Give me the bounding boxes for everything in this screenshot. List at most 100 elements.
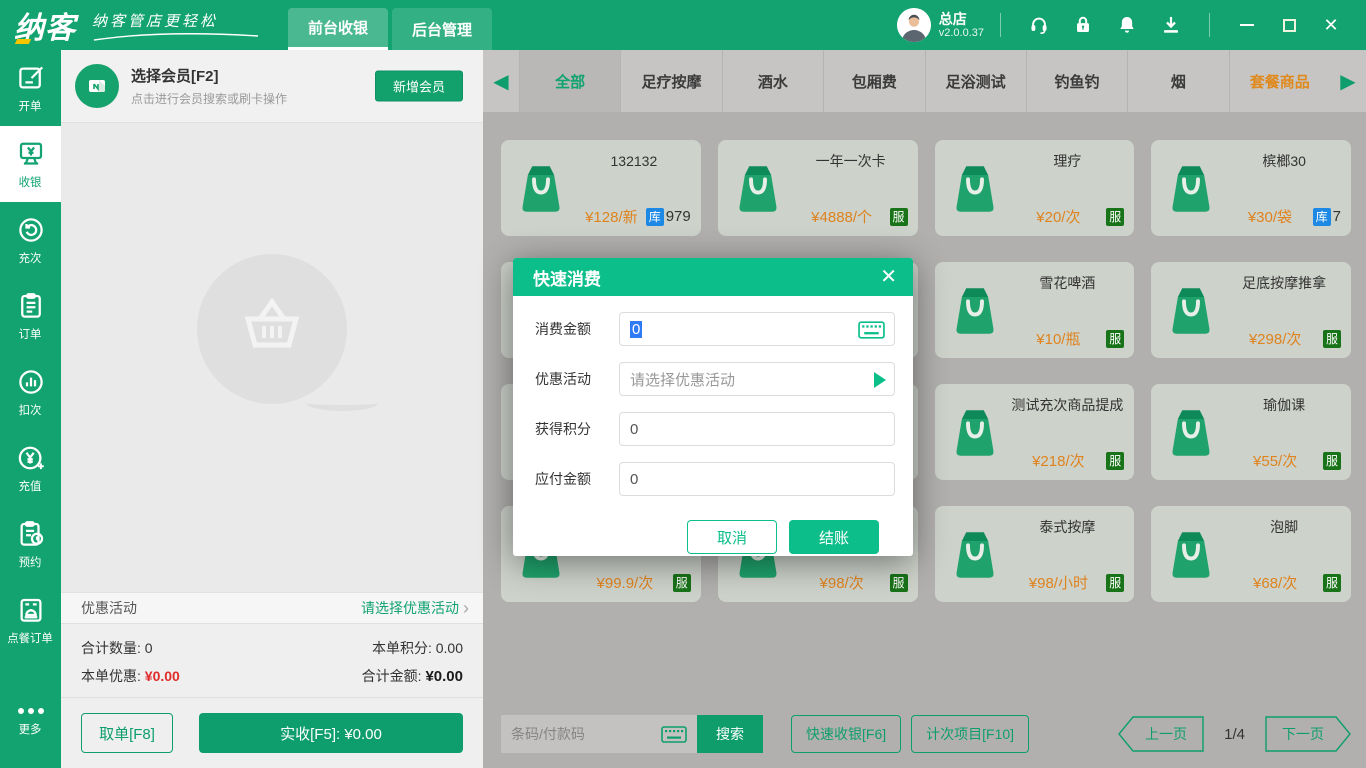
earned-points-row: 获得积分 0 (535, 412, 895, 446)
service-badge: 服 (1323, 452, 1341, 470)
discount-total: 本单优惠: ¥0.00 (81, 666, 180, 686)
keyboard-icon[interactable] (858, 321, 885, 339)
product-card[interactable]: 一年一次卡 ¥4888/个服 (718, 140, 918, 236)
product-card[interactable]: 理疗 ¥20/次服 (935, 140, 1135, 236)
next-page-button[interactable]: 下一页 (1265, 716, 1351, 752)
maximize-button[interactable] (1276, 12, 1302, 38)
service-badge: 服 (890, 208, 908, 226)
category-tab-foot-massage[interactable]: 足疗按摩 (620, 50, 721, 112)
store-avatar[interactable] (897, 8, 931, 42)
promo-label: 优惠活动 (81, 598, 137, 618)
category-tab-cigarette[interactable]: 烟 (1127, 50, 1228, 112)
sidebar-item-cashier[interactable]: 收银 (0, 126, 61, 202)
product-card[interactable]: 泰式按摩 ¥98/小时服 (935, 506, 1135, 602)
modal-body: 消费金额 0 优惠活动 请选择优惠活动 获得积分 0 应付金额 0 (513, 296, 913, 554)
stock-badge: 库 (1313, 208, 1331, 226)
service-badge: 服 (1106, 208, 1124, 226)
bell-icon[interactable] (1116, 14, 1138, 36)
chevron-right-icon: › (463, 599, 469, 617)
category-tab-all[interactable]: 全部 (519, 50, 620, 112)
shopping-bag-icon (947, 402, 1003, 463)
payable-amount-input[interactable]: 0 (619, 462, 895, 496)
category-next-arrow[interactable]: ▶ (1330, 50, 1366, 112)
category-tab-room-fee[interactable]: 包厢费 (823, 50, 924, 112)
brand-slogan: 纳客管店更轻松 (92, 10, 262, 31)
promo-row: 优惠活动 请选择优惠活动 › (61, 592, 483, 623)
modal-buttons: 取消 结账 (535, 512, 895, 554)
service-badge: 服 (1323, 330, 1341, 348)
promo-activity-row: 优惠活动 请选择优惠活动 (535, 362, 895, 396)
counting-item-button[interactable]: 计次项目[F10] (911, 715, 1029, 753)
search-button[interactable]: 搜索 (697, 715, 763, 753)
shopping-bag-icon (730, 158, 786, 219)
barcode-input[interactable]: 条码/付款码 (501, 715, 697, 753)
tab-backend-manage[interactable]: 后台管理 (392, 8, 492, 50)
tab-front-cashier[interactable]: 前台收银 (288, 8, 388, 50)
product-card[interactable]: 槟榔30 ¥30/袋库7 (1151, 140, 1351, 236)
recharge-money-icon (16, 443, 46, 473)
selected-text: 0 (630, 321, 642, 338)
modal-close-icon[interactable]: ✕ (880, 267, 897, 287)
category-prev-arrow[interactable]: ◀ (483, 50, 519, 112)
more-dots-icon (18, 708, 44, 714)
shopping-bag-icon (513, 158, 569, 219)
member-panel: 选择会员[F2] 点击进行会员搜索或刷卡操作 新增会员 优惠活动 请选择优惠活动… (61, 50, 483, 768)
member-select-header[interactable]: 选择会员[F2] 点击进行会员搜索或刷卡操作 新增会员 (61, 50, 483, 123)
service-badge: 服 (1106, 452, 1124, 470)
cashier-actions: 取单[F8] 实收[F5]: ¥0.00 (61, 697, 483, 768)
promo-activity-select[interactable]: 请选择优惠活动 (619, 362, 895, 396)
edit-order-icon (16, 63, 46, 93)
receive-payment-button[interactable]: 实收[F5]: ¥0.00 (199, 713, 463, 753)
promo-select[interactable]: 请选择优惠活动 (361, 598, 459, 618)
person-icon (897, 8, 931, 42)
minimize-button[interactable] (1234, 12, 1260, 38)
page-indicator: 1/4 (1224, 726, 1245, 743)
category-tab-combo[interactable]: 套餐商品 (1229, 50, 1330, 112)
shopping-bag-icon (1163, 280, 1219, 341)
category-tab-footbath-test[interactable]: 足浴测试 (925, 50, 1026, 112)
product-card[interactable]: 雪花啤酒 ¥10/瓶服 (935, 262, 1135, 358)
bottom-bar: 条码/付款码 搜索 快速收银[F6] 计次项目[F10] 上一页 1/4 下一页 (483, 700, 1366, 768)
cancel-button[interactable]: 取消 (687, 520, 777, 554)
sidebar-item-orders[interactable]: 订单 (0, 278, 61, 354)
sidebar-item-meal-order[interactable]: 点餐订单 (0, 582, 61, 658)
earned-points-input[interactable]: 0 (619, 412, 895, 446)
keyboard-icon[interactable] (661, 726, 687, 743)
sidebar-item-reservation[interactable]: 预约 (0, 506, 61, 582)
product-card[interactable]: 足底按摩推拿 ¥298/次服 (1151, 262, 1351, 358)
sidebar-item-recharge-times[interactable]: 充次 (0, 202, 61, 278)
sidebar-item-deduct-times[interactable]: 扣次 (0, 354, 61, 430)
service-badge: 服 (673, 574, 691, 592)
shopping-bag-icon (947, 524, 1003, 585)
arrow-right-icon (874, 372, 886, 388)
hold-order-button[interactable]: 取单[F8] (81, 713, 173, 753)
product-card[interactable]: 泡脚 ¥68/次服 (1151, 506, 1351, 602)
cart-empty-area (61, 123, 483, 592)
consume-amount-input[interactable]: 0 (619, 312, 895, 346)
sidebar-item-open-bill[interactable]: 开单 (0, 50, 61, 126)
checkout-button[interactable]: 结账 (789, 520, 879, 554)
quick-cashier-button[interactable]: 快速收银[F6] (791, 715, 901, 753)
brand: 纳客 纳客管店更轻松 (14, 3, 262, 47)
download-icon[interactable] (1160, 14, 1182, 36)
sidebar-item-more[interactable]: 更多 (0, 684, 61, 760)
close-button[interactable]: ✕ (1318, 12, 1344, 38)
prev-page-button[interactable]: 上一页 (1118, 716, 1204, 752)
category-bar: ◀ 全部 足疗按摩 酒水 包厢费 足浴测试 钓鱼钓 烟 套餐商品 ▶ (483, 50, 1366, 112)
lock-icon[interactable] (1072, 14, 1094, 36)
shopping-bag-icon (1163, 402, 1219, 463)
category-tab-fishing[interactable]: 钓鱼钓 (1026, 50, 1127, 112)
watermark-shadow (306, 395, 378, 411)
product-card[interactable]: 瑜伽课 ¥55/次服 (1151, 384, 1351, 480)
store-info: 总店 v2.0.0.37 (939, 11, 984, 39)
member-select-title: 选择会员[F2] (131, 65, 287, 86)
product-card[interactable]: 132132 ¥128/新库979 (501, 140, 701, 236)
sidebar: 开单 收银 充次 订单 扣次 充值 预约 点餐订单 更多 (0, 50, 61, 768)
headset-icon[interactable] (1028, 14, 1050, 36)
add-member-button[interactable]: 新增会员 (375, 71, 463, 102)
sidebar-item-recharge-money[interactable]: 充值 (0, 430, 61, 506)
category-tab-drinks[interactable]: 酒水 (722, 50, 823, 112)
amount-total: 合计金额: ¥0.00 (362, 666, 463, 686)
product-card[interactable]: 测试充次商品提成 ¥218/次服 (935, 384, 1135, 480)
totals-section: 合计数量: 0 本单积分: 0.00 本单优惠: ¥0.00 合计金额: ¥0.… (61, 623, 483, 697)
